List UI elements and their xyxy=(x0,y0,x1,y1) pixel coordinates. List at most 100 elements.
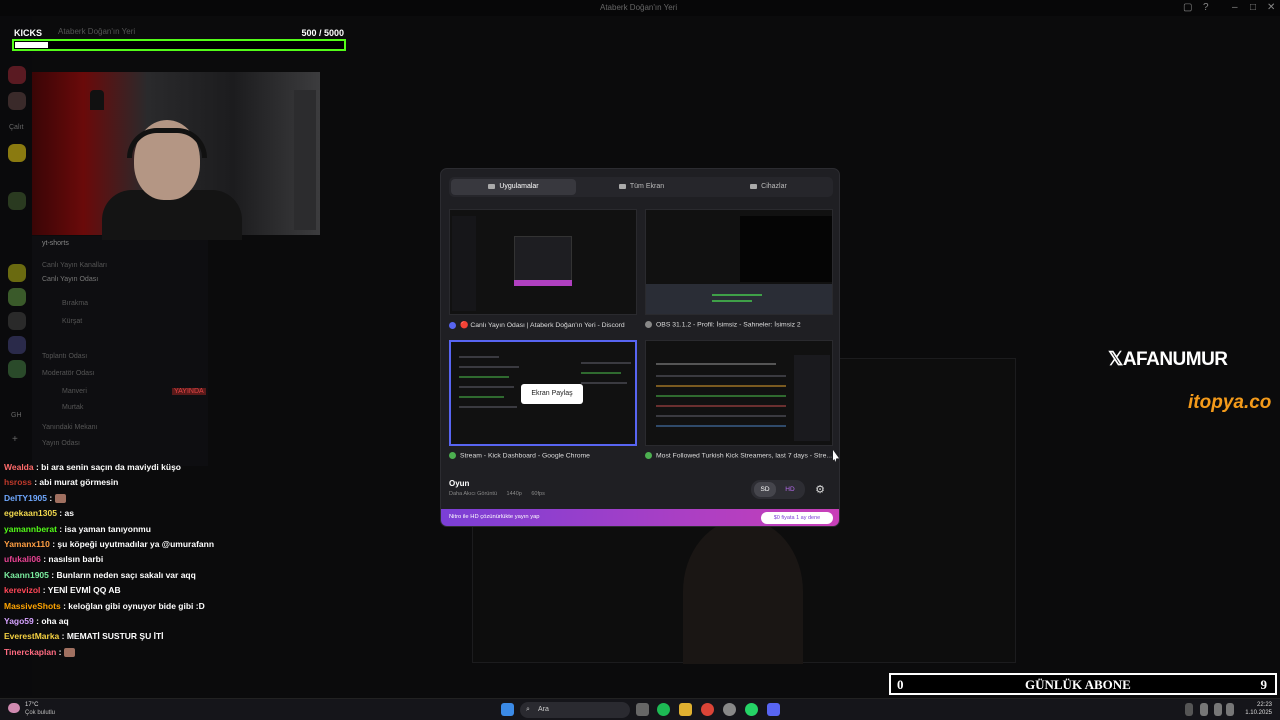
chat-message: Wealda : bi ara senin saçın da maviydi k… xyxy=(4,460,274,475)
search-icon: ⌕ xyxy=(526,706,530,713)
channel-meeting[interactable]: Toplantı Odası xyxy=(42,353,87,360)
tab-applications[interactable]: Uygulamalar xyxy=(451,179,576,195)
thumb-line xyxy=(581,382,627,384)
chrome-icon[interactable] xyxy=(701,703,714,716)
chat-text: : Bunların neden saçı sakalı var aqq xyxy=(48,569,196,580)
chat-text: : YENİ EVMİ QQ AB xyxy=(40,585,121,596)
windows-start-icon[interactable] xyxy=(501,703,514,716)
window-title: 🔴 Canlı Yayın Odası | Ataberk Doğan'ın Y… xyxy=(449,321,637,329)
volume-icon[interactable] xyxy=(1226,703,1234,716)
chat-text: : isa yaman tanıyonmu xyxy=(56,523,151,534)
server-icon[interactable] xyxy=(8,336,26,354)
channel-moderator[interactable]: Moderatör Odası xyxy=(42,370,95,377)
clock[interactable]: 22:23 1.10.2025 xyxy=(1240,701,1272,717)
obs-icon[interactable] xyxy=(723,703,736,716)
server-icon[interactable] xyxy=(8,264,26,282)
chat-username[interactable]: Yago59 xyxy=(4,616,34,626)
inbox-icon[interactable]: ▢ xyxy=(1183,2,1192,13)
discord-icon[interactable] xyxy=(767,703,780,716)
task-view-icon[interactable] xyxy=(636,703,649,716)
subs-current: 0 xyxy=(897,677,904,692)
spotify-icon[interactable] xyxy=(657,703,670,716)
chat-text: : nasılsın barbi xyxy=(40,554,104,565)
chat-username[interactable]: kerevizol xyxy=(4,585,40,595)
mic-icon[interactable] xyxy=(1200,703,1208,716)
share-screen-button[interactable]: Ekran Paylaş xyxy=(521,384,583,404)
chrome-icon xyxy=(449,452,456,459)
server-icon[interactable] xyxy=(8,144,26,162)
add-server-icon[interactable]: + xyxy=(12,434,18,445)
window-thumbnail[interactable] xyxy=(645,209,833,315)
voice-user[interactable]: Kürşat xyxy=(62,318,82,325)
window-thumbnail[interactable] xyxy=(449,209,637,315)
channel-game[interactable]: Yayın Odası xyxy=(42,440,80,447)
chat-username[interactable]: Wealda xyxy=(4,462,34,472)
category-voice[interactable]: Canlı Yayın Kanalları xyxy=(42,262,107,269)
headphones xyxy=(127,128,207,158)
voice-user[interactable]: Manveri xyxy=(62,388,87,395)
chat-username[interactable]: Tinerckaplan xyxy=(4,647,56,657)
server-icon[interactable] xyxy=(8,312,26,330)
sd-option[interactable]: SD xyxy=(754,482,776,497)
help-icon[interactable]: ? xyxy=(1203,2,1209,13)
server-icon[interactable] xyxy=(8,288,26,306)
tab-devices[interactable]: Cihazlar xyxy=(706,179,831,195)
voice-user[interactable]: Murtak xyxy=(62,404,83,411)
chat-text: : xyxy=(47,492,55,503)
tab-label: Tüm Ekran xyxy=(629,183,665,190)
gear-icon[interactable]: ⚙ xyxy=(812,482,828,498)
chat-username[interactable]: MassiveShots xyxy=(4,601,61,611)
thumb-line xyxy=(459,396,504,398)
chat-message: yamannberat : isa yaman tanıyonmu xyxy=(4,522,274,537)
chat-username[interactable]: egekaan1305 xyxy=(4,508,57,518)
taskbar: 17°C Çok bulutlu ⌕ Ara 22:23 1.10.2025 xyxy=(0,698,1280,720)
window-thumbnail[interactable] xyxy=(645,340,833,446)
chat-username[interactable]: Kaann1905 xyxy=(4,570,49,580)
channel-music[interactable]: Yanındaki Mekanı xyxy=(42,424,98,431)
server-icon[interactable] xyxy=(8,66,26,84)
server-icon[interactable] xyxy=(8,92,26,110)
chat-text: : bi ara senin saçın da maviydi küşo xyxy=(33,462,181,472)
window-thumbnail[interactable]: Ekran Paylaş xyxy=(449,340,637,446)
network-icon[interactable] xyxy=(1214,703,1222,716)
hd-option[interactable]: HD xyxy=(779,482,801,497)
channel-yt-shorts[interactable]: yt-shorts xyxy=(42,240,69,247)
thumb-line xyxy=(459,406,517,408)
minimize-icon[interactable]: – xyxy=(1232,2,1238,13)
tray-chevron-icon[interactable] xyxy=(1185,703,1193,716)
chat-text: : as xyxy=(56,508,74,519)
tab-full-screen[interactable]: Tüm Ekran xyxy=(579,179,704,195)
chat-text: : oha aq xyxy=(33,615,69,626)
chat-username[interactable]: ufukali06 xyxy=(4,554,41,564)
chat-message: Yamanx110 : şu köpeği uyutmadılar ya @um… xyxy=(4,537,274,552)
chat-username[interactable]: DeITY1905 xyxy=(4,493,47,503)
thumb-line xyxy=(656,425,786,427)
search-label: Ara xyxy=(538,706,549,713)
chat-username[interactable]: EverestMarka xyxy=(4,631,59,641)
resolution-toggle[interactable]: SD HD xyxy=(751,480,805,499)
server-icon[interactable] xyxy=(8,192,26,210)
voice-user[interactable]: Bırakma xyxy=(62,300,88,307)
close-icon[interactable]: ✕ xyxy=(1267,2,1275,13)
thumb-line xyxy=(656,363,776,365)
window-title: Stream - Kick Dashboard - Google Chrome xyxy=(449,452,637,459)
server-icon[interactable] xyxy=(8,360,26,378)
kicks-progress-bar xyxy=(12,39,346,51)
maximize-icon[interactable]: □ xyxy=(1250,2,1256,13)
chat-username[interactable]: Yamanx110 xyxy=(4,539,50,549)
nitro-trial-button[interactable]: $0 fiyata 1 ay dene xyxy=(761,512,833,524)
chat-username[interactable]: yamannberat xyxy=(4,524,57,534)
quality-fps: 60fps xyxy=(531,491,545,497)
quality-subtitle: Daha Akıcı Görüntü 1440p 60fps xyxy=(449,491,553,497)
server-initials[interactable]: GH xyxy=(11,412,22,419)
file-explorer-icon[interactable] xyxy=(679,703,692,716)
camera-face xyxy=(683,519,803,664)
thumb-line xyxy=(656,415,786,417)
obs-icon xyxy=(645,321,652,328)
window-titlebar: Ataberk Doğan'ın Yeri ▢ ? – □ ✕ xyxy=(0,0,1280,16)
taskbar-search[interactable]: ⌕ Ara xyxy=(520,702,630,718)
channel-live[interactable]: Canlı Yayın Odası xyxy=(42,276,98,283)
whatsapp-icon[interactable] xyxy=(745,703,758,716)
chat-username[interactable]: hsross xyxy=(4,477,32,487)
chat-message: Yago59 : oha aq xyxy=(4,614,274,629)
